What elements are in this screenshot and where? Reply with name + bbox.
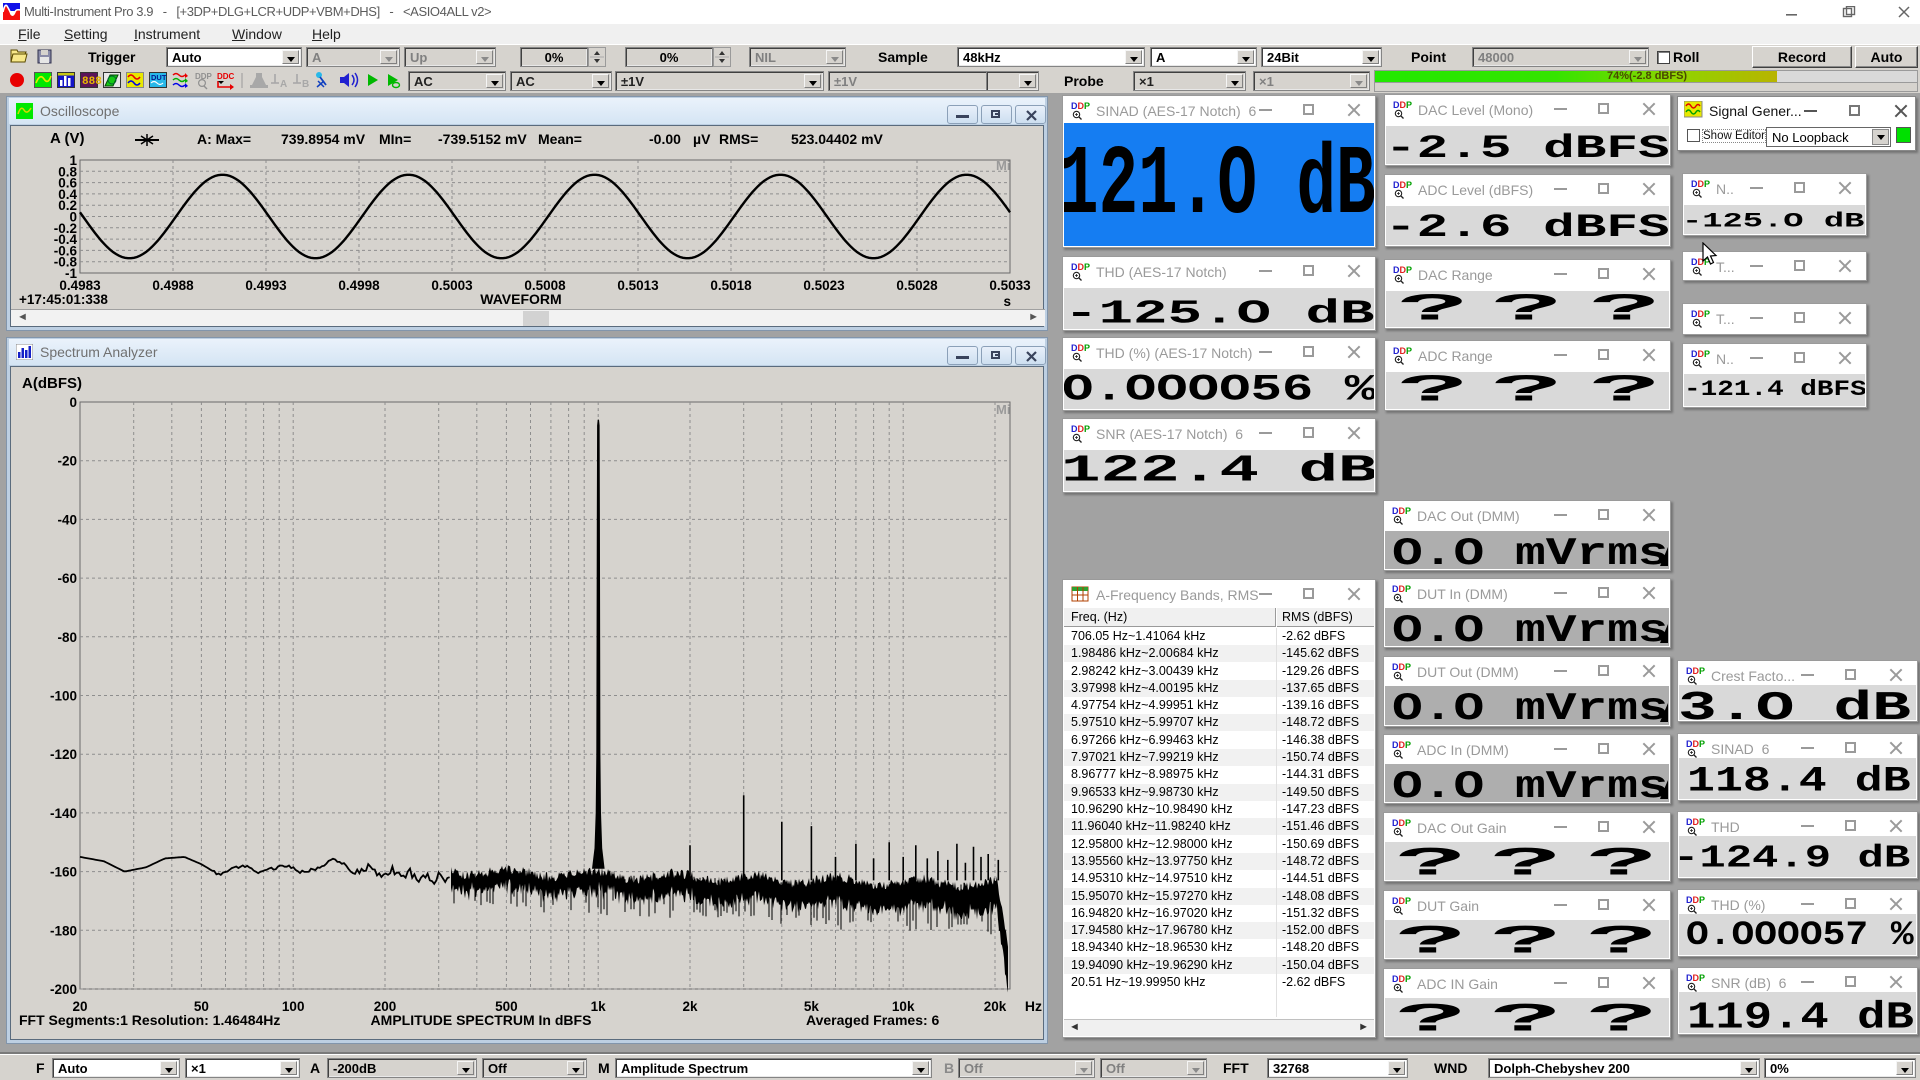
svg-text:-200: -200 bbox=[50, 982, 77, 997]
svg-text:DDP: DDP bbox=[1686, 817, 1705, 827]
svg-text:DDP: DDP bbox=[1691, 179, 1710, 189]
svg-text:DDP: DDP bbox=[1686, 739, 1705, 749]
svg-text:DDP: DDP bbox=[1393, 265, 1412, 275]
svg-text:MIn=: MIn= bbox=[379, 131, 411, 147]
svg-text:DDP: DDP bbox=[1691, 309, 1710, 319]
svg-text:-180: -180 bbox=[50, 923, 77, 938]
svg-text:FFT Segments:1 Resolution: 1: FFT Segments:1 Resolution: 1.46484Hz bbox=[19, 1012, 280, 1028]
svg-text:AMPLITUDE SPECTRUM In dBFS: AMPLITUDE SPECTRUM In dBFS bbox=[371, 1012, 592, 1028]
svg-text:0.4988: 0.4988 bbox=[152, 278, 194, 293]
svg-text:DDP: DDP bbox=[1393, 346, 1412, 356]
svg-text:DDP: DDP bbox=[1392, 896, 1411, 906]
svg-text:DDP: DDP bbox=[1691, 349, 1710, 359]
svg-text:Hz: Hz bbox=[1025, 998, 1042, 1014]
svg-text:DDP: DDP bbox=[1686, 895, 1705, 905]
svg-text:0.4993: 0.4993 bbox=[245, 278, 287, 293]
svg-text:-140: -140 bbox=[50, 806, 77, 821]
svg-text:-80: -80 bbox=[57, 630, 77, 645]
svg-text:DDP: DDP bbox=[1392, 506, 1411, 516]
svg-text:DDP: DDP bbox=[1071, 343, 1090, 353]
svg-text:DDP: DDP bbox=[1071, 262, 1090, 272]
svg-text:DDP: DDP bbox=[1393, 100, 1412, 110]
svg-text:B: B bbox=[302, 79, 309, 90]
svg-text:1k: 1k bbox=[591, 999, 607, 1014]
svg-text:DDP: DDP bbox=[1392, 584, 1411, 594]
svg-text:DDP: DDP bbox=[1393, 180, 1412, 190]
svg-text:Mi: Mi bbox=[996, 158, 1010, 173]
svg-text:2k: 2k bbox=[682, 999, 698, 1014]
svg-text:-40: -40 bbox=[57, 512, 77, 527]
svg-text:888: 888 bbox=[82, 76, 102, 88]
svg-text:DDC: DDC bbox=[217, 72, 235, 81]
svg-text:+17:45:01:338: +17:45:01:338 bbox=[19, 292, 108, 307]
svg-text:A: Max=: A: Max= bbox=[197, 131, 251, 147]
svg-text:0.5028: 0.5028 bbox=[896, 278, 938, 293]
svg-text:DDP: DDP bbox=[1392, 818, 1411, 828]
svg-text:A: A bbox=[280, 79, 287, 90]
svg-text:DDP: DDP bbox=[1392, 740, 1411, 750]
svg-text:523.04402 mV: 523.04402 mV bbox=[791, 131, 884, 147]
svg-text:A(dBFS): A(dBFS) bbox=[22, 375, 82, 392]
svg-text:0.4998: 0.4998 bbox=[338, 278, 380, 293]
svg-text:µV: µV bbox=[693, 131, 711, 147]
svg-text:DDP: DDP bbox=[1686, 973, 1705, 983]
svg-text:-160: -160 bbox=[50, 865, 77, 880]
svg-text:WAVEFORM: WAVEFORM bbox=[480, 291, 561, 307]
svg-text:100: 100 bbox=[282, 999, 305, 1014]
svg-text:s: s bbox=[1003, 294, 1011, 309]
svg-text:0.5003: 0.5003 bbox=[431, 278, 473, 293]
svg-text:-0.00: -0.00 bbox=[649, 131, 681, 147]
svg-text:DDP: DDP bbox=[1392, 974, 1411, 984]
svg-text:0.5023: 0.5023 bbox=[803, 278, 845, 293]
svg-text:Mi: Mi bbox=[996, 402, 1010, 417]
svg-text:A (V): A (V) bbox=[50, 130, 84, 147]
svg-text:-739.5152 mV: -739.5152 mV bbox=[438, 131, 527, 147]
svg-text:Mean=: Mean= bbox=[538, 131, 582, 147]
svg-text:0.5013: 0.5013 bbox=[617, 278, 659, 293]
svg-text:RMS=: RMS= bbox=[719, 131, 758, 147]
svg-text:DDP: DDP bbox=[1686, 666, 1705, 676]
svg-text:DDP: DDP bbox=[1392, 662, 1411, 672]
svg-text:0.5018: 0.5018 bbox=[710, 278, 752, 293]
svg-text:0.4983: 0.4983 bbox=[59, 278, 101, 293]
svg-text:Averaged Frames: 6: Averaged Frames: 6 bbox=[806, 1012, 940, 1028]
svg-text:20k: 20k bbox=[984, 999, 1007, 1014]
svg-text:739.8954 mV: 739.8954 mV bbox=[281, 131, 366, 147]
svg-text:DDP: DDP bbox=[1071, 101, 1090, 111]
svg-text:DUT: DUT bbox=[151, 73, 167, 82]
svg-text:-20: -20 bbox=[57, 454, 77, 469]
svg-text:-60: -60 bbox=[57, 571, 77, 586]
svg-text:-100: -100 bbox=[50, 689, 77, 704]
svg-text:DDP: DDP bbox=[1071, 424, 1090, 434]
svg-text:0: 0 bbox=[69, 395, 77, 410]
svg-text:0.5033: 0.5033 bbox=[989, 278, 1031, 293]
svg-text:-120: -120 bbox=[50, 747, 77, 762]
